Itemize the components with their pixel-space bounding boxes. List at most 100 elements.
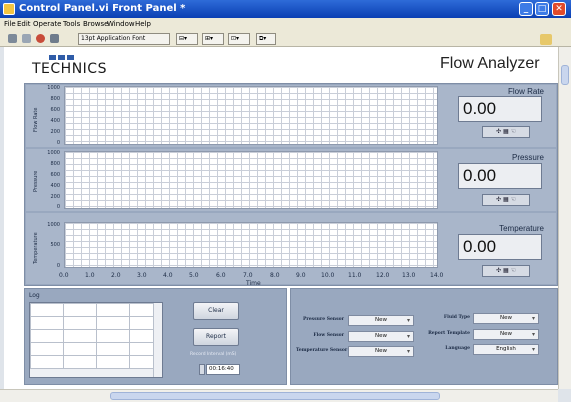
report-button[interactable]: Report [193,328,239,346]
horizontal-scrollbar[interactable] [0,389,558,402]
record-interval-spinner[interactable] [199,364,205,375]
x-tick-label: 5.0 [189,272,199,279]
logo-block [67,55,74,60]
run-continuously-icon[interactable] [22,34,31,43]
x-tick-label: 4.0 [163,272,173,279]
y-tick-label: 200 [50,194,60,200]
y-tick-label: 200 [50,129,60,135]
y-tick-label: 1000 [47,85,60,91]
menu-browse[interactable]: Browse [83,20,109,28]
clear-button[interactable]: Clear [193,302,239,320]
menu-help[interactable]: Help [135,20,151,28]
scroll-thumb[interactable] [110,392,440,400]
log-vertical-scrollbar[interactable] [153,303,162,377]
x-tick-label: 14.0 [430,272,444,279]
run-arrow-icon[interactable] [8,34,17,43]
menu-edit[interactable]: Edit [17,20,31,28]
pressure-sensor-label: Pressure Sensor [302,317,344,322]
flow-sensor-label: Flow Sensor [313,333,344,338]
flow-rate-chart-controls[interactable]: ✣ ▦ ☜ [482,126,530,138]
menu-file[interactable]: File [4,20,16,28]
pressure-label: Pressure [511,153,544,162]
vertical-scrollbar[interactable] [558,47,571,389]
x-tick-label: 3.0 [137,272,147,279]
x-tick-label: 7.0 [243,272,253,279]
pressure-sensor-select[interactable]: New [348,315,414,326]
report-template-select[interactable]: New [473,329,539,340]
x-tick-label: 13.0 [402,272,416,279]
x-tick-label: 9.0 [296,272,306,279]
menu-window[interactable]: Window [107,20,135,28]
x-tick-label: 11.0 [348,272,362,279]
pressure-chart-controls[interactable]: ✣ ▦ ☜ [482,194,530,206]
labview-window: Control Panel.vi Front Panel * _ □ ✕ Fil… [0,0,571,402]
y-tick-label: 800 [50,161,60,167]
temperature-axis-title: Temperature [33,232,39,264]
log-table[interactable] [29,302,163,378]
report-template-label: Report Template [428,331,470,336]
title-bar[interactable]: Control Panel.vi Front Panel * _ □ ✕ [0,0,571,18]
time-axis-title: Time [246,280,261,287]
menu-tools[interactable]: Tools [63,20,80,28]
flow-sensor-select[interactable]: New [348,331,414,342]
y-tick-label: 600 [50,172,60,178]
x-tick-label: 0.0 [59,272,69,279]
temperature-sensor-select[interactable]: New [348,346,414,357]
vi-icon [540,34,552,45]
temperature-chart-controls[interactable]: ✣ ▦ ☜ [482,265,530,277]
temperature-label: Temperature [499,224,544,233]
technics-logo: TECHNICS [32,61,107,77]
log-label: Log [29,292,40,299]
x-tick-label: 12.0 [376,272,390,279]
logo-block [58,55,65,60]
y-tick-label: 600 [50,107,60,113]
flow-rate-chart[interactable] [64,86,438,145]
resize-objects-button[interactable]: ⊡▾ [228,33,250,45]
y-tick-label: 400 [50,118,60,124]
pressure-indicator: 0.00 [458,163,542,189]
fluid-type-select[interactable]: New [473,313,539,324]
labview-app-icon [3,3,15,15]
y-tick-label: 1000 [47,150,60,156]
fluid-type-label: Fluid Type [443,315,470,320]
language-select[interactable]: English [473,344,539,355]
x-tick-label: 8.0 [270,272,280,279]
close-button[interactable]: ✕ [552,2,566,16]
maximize-button[interactable]: □ [535,2,549,16]
distribute-objects-button[interactable]: ⊞▾ [202,33,224,45]
x-tick-label: 10.0 [321,272,335,279]
window-title: Control Panel.vi Front Panel * [19,3,186,14]
reorder-button[interactable]: ⧉▾ [256,33,276,45]
minimize-button[interactable]: _ [519,2,533,16]
abort-icon[interactable] [36,34,45,43]
pause-icon[interactable] [50,34,59,43]
language-label: Language [445,346,470,351]
pressure-axis-title: Pressure [33,170,39,192]
y-tick-label: 0 [56,140,60,146]
record-interval-label: Record Interval (mS) [190,352,237,357]
y-tick-label: 800 [50,96,60,102]
x-tick-label: 1.0 [85,272,95,279]
record-interval-input[interactable]: 00:16:40 [206,364,240,375]
y-tick-label: 0 [56,263,60,269]
logo-block [49,55,56,60]
pressure-chart[interactable] [64,151,438,209]
flow-rate-label: Flow Rate [507,87,544,96]
scroll-thumb[interactable] [561,65,569,85]
y-tick-label: 1000 [47,222,60,228]
temperature-sensor-label: Temperature Sensor [296,348,348,353]
x-tick-label: 6.0 [216,272,226,279]
font-select[interactable]: 13pt Application Font [78,33,170,45]
align-objects-button[interactable]: ⊟▾ [176,33,198,45]
log-horizontal-scrollbar[interactable] [30,368,153,377]
flow-rate-axis-title: Flow Rate [33,107,39,132]
y-tick-label: 500 [50,242,60,248]
y-tick-label: 400 [50,183,60,189]
y-tick-label: 0 [56,204,60,210]
x-tick-label: 2.0 [111,272,121,279]
menu-operate[interactable]: Operate [33,20,61,28]
toolbar: 13pt Application Font ⊟▾ ⊞▾ ⊡▾ ⧉▾ [0,31,571,47]
temperature-chart[interactable] [64,222,438,268]
menu-bar: File Edit Operate Tools Browse Window He… [0,18,571,31]
temperature-indicator: 0.00 [458,234,542,260]
